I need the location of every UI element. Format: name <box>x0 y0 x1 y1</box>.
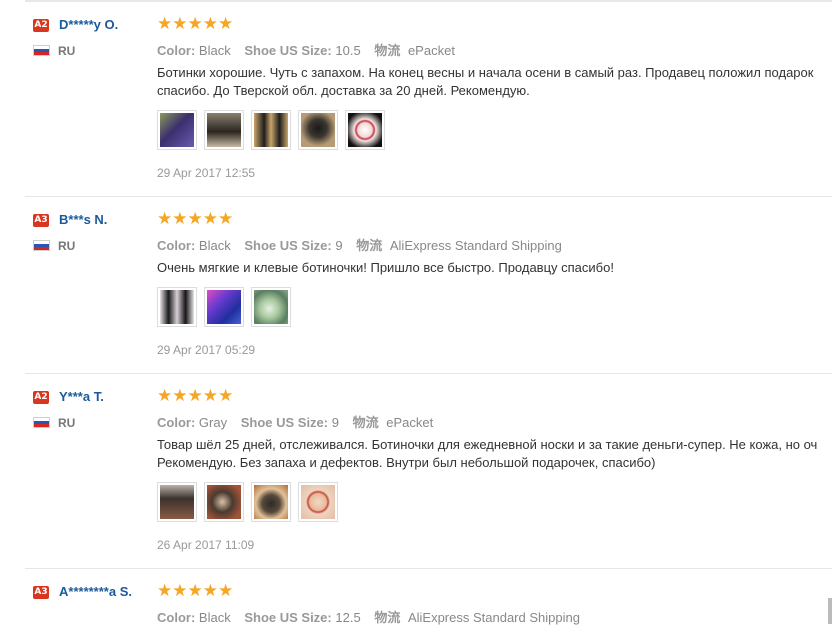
size-value: 9 <box>331 415 339 430</box>
photo-thumbnail[interactable] <box>204 287 244 327</box>
photo-thumbnail[interactable] <box>345 110 385 150</box>
level-badge-icon: A2 <box>33 391 49 404</box>
level-badge-icon: A2 <box>33 19 49 32</box>
color-value: Gray <box>198 415 228 430</box>
star-rating: ★★★★★ <box>157 209 234 229</box>
shipping-value: ePacket <box>386 415 434 430</box>
review-divider <box>25 568 832 569</box>
photo-gift-bracelet <box>301 485 335 519</box>
photo-thumbnail[interactable] <box>251 110 291 150</box>
review-text-line: Рекомендую. Без запаха и дефектов. Внутр… <box>157 455 656 470</box>
photo-thumbnail[interactable] <box>157 287 197 327</box>
review-text-line: Ботинки хорошие. Чуть с запахом. На коне… <box>157 65 814 80</box>
country-code: RU <box>58 416 76 430</box>
shipping-label: 物流 <box>374 44 401 59</box>
size-value: 12.5 <box>335 610 361 625</box>
size-value: 9 <box>335 238 343 253</box>
photo-boot-pair <box>254 113 288 147</box>
photo-thumbnail[interactable] <box>251 482 291 522</box>
star-rating: ★★★★★ <box>157 581 234 601</box>
photo-thumbnail[interactable] <box>204 482 244 522</box>
russia-flag-icon <box>33 417 50 428</box>
review-text-line: спасибо. До Тверской обл. доставка за 20… <box>157 83 530 98</box>
review-text: Ботинки хорошие. Чуть с запахом. На коне… <box>157 64 832 100</box>
review-photos <box>157 482 338 522</box>
photo-thumbnail[interactable] <box>251 287 291 327</box>
order-info: Color: Black Shoe US Size: 10.5 物流 ePack… <box>157 40 465 59</box>
review-date: 26 Apr 2017 11:09 <box>157 538 255 552</box>
photo-boot-pair <box>160 290 194 324</box>
level-badge-icon: A3 <box>33 214 49 227</box>
reviewer-name[interactable]: D*****y O. <box>59 17 118 33</box>
size-label: Shoe US Size: <box>244 610 332 625</box>
photo-gift-green <box>254 290 288 324</box>
photo-boot-purple <box>160 113 194 147</box>
photo-gift-bracelet <box>348 113 382 147</box>
review-text-line: Очень мягкие и клевые ботиночки! Пришло … <box>157 260 614 275</box>
russia-flag-icon <box>33 240 50 251</box>
photo-thumbnail[interactable] <box>157 482 197 522</box>
review-text: Товар шёл 25 дней, отслеживался. Ботиноч… <box>157 436 832 472</box>
photo-boot-gray <box>160 485 194 519</box>
reviewer-name[interactable]: A********a S. <box>59 584 149 600</box>
shipping-value: ePacket <box>407 43 455 58</box>
size-label: Shoe US Size: <box>240 415 329 430</box>
review-date: 29 Apr 2017 12:55 <box>157 166 256 180</box>
reviewer-name[interactable]: Y***a T. <box>59 389 104 405</box>
country-code: RU <box>58 44 76 58</box>
color-value: Black <box>198 238 231 253</box>
color-label: Color: <box>157 238 196 253</box>
shipping-value: AliExpress Standard Shipping <box>389 238 562 253</box>
order-info: Color: Black Shoe US Size: 12.5 物流 AliEx… <box>157 607 590 626</box>
color-value: Black <box>198 610 231 625</box>
order-info: Color: Black Shoe US Size: 9 物流 AliExpre… <box>157 235 572 254</box>
size-label: Shoe US Size: <box>244 43 332 58</box>
color-value: Black <box>198 43 231 58</box>
photo-thumbnail[interactable] <box>298 482 338 522</box>
photo-thumbnail[interactable] <box>204 110 244 150</box>
shipping-label: 物流 <box>356 239 383 254</box>
photo-thumbnail[interactable] <box>298 110 338 150</box>
scrollbar[interactable] <box>828 598 832 624</box>
review-photos <box>157 110 385 150</box>
color-label: Color: <box>157 43 196 58</box>
star-rating: ★★★★★ <box>157 14 234 34</box>
review-photos <box>157 287 291 327</box>
order-info: Color: Gray Shoe US Size: 9 物流 ePacket <box>157 412 443 431</box>
size-label: Shoe US Size: <box>244 238 332 253</box>
review-date: 29 Apr 2017 05:29 <box>157 343 256 357</box>
photo-boot-gray-side <box>207 485 241 519</box>
photo-socks-blue <box>207 290 241 324</box>
country-code: RU <box>58 239 76 253</box>
photo-thumbnail[interactable] <box>157 110 197 150</box>
review-text: Очень мягкие и клевые ботиночки! Пришло … <box>157 259 832 277</box>
star-rating: ★★★★★ <box>157 386 234 406</box>
color-label: Color: <box>157 415 196 430</box>
review-text-line: Товар шёл 25 дней, отслеживался. Ботиноч… <box>157 437 818 452</box>
shipping-label: 物流 <box>352 416 379 431</box>
reviewer-name[interactable]: B***s N. <box>59 212 107 228</box>
photo-boot-worn <box>207 113 241 147</box>
level-badge-icon: A3 <box>33 586 49 599</box>
color-label: Color: <box>157 610 196 625</box>
russia-flag-icon <box>33 45 50 56</box>
photo-boot-inside <box>254 485 288 519</box>
shipping-value: AliExpress Standard Shipping <box>407 610 580 625</box>
top-divider <box>25 0 832 2</box>
size-value: 10.5 <box>335 43 361 58</box>
photo-boot-side <box>301 113 335 147</box>
review-divider <box>25 373 832 374</box>
review-divider <box>25 196 832 197</box>
